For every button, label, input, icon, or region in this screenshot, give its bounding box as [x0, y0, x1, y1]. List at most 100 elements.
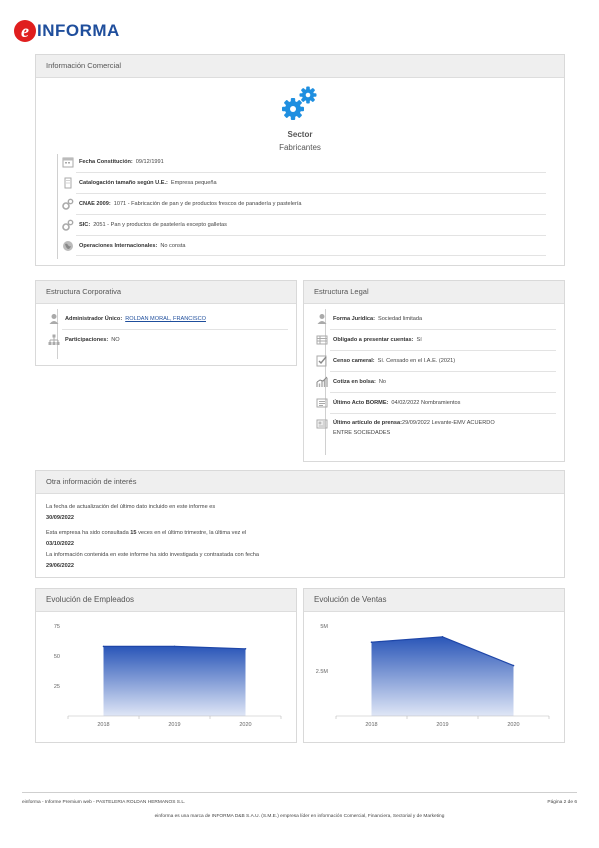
- checklist-icon: [316, 355, 327, 367]
- ventas-chart-panel: Evolución de Ventas 5M 2.5M 2018 2019 2020: [303, 588, 565, 743]
- x-tick-label: 2019: [436, 722, 448, 728]
- otra-informacion-panel: Otra información de interés La fecha de …: [35, 470, 565, 578]
- row-separator: [76, 193, 546, 194]
- data-point: [102, 645, 105, 648]
- y-tick-label: 50: [54, 654, 60, 660]
- fecha-constitucion-row: Fecha Constitución: 09/12/1991: [62, 156, 164, 168]
- row-value: 04/02/2022 Nombramientos: [391, 400, 461, 406]
- empleados-chart: 75 50 25 2018 2019 2020: [54, 624, 282, 728]
- cnae-row: CNAE 2009: 1071 - Fabricación de pan y de…: [62, 198, 302, 210]
- row-value: 2051 - Pan y productos de pastelería exc…: [93, 222, 227, 228]
- ventas-chart: 5M 2.5M 2018 2019 2020: [316, 624, 550, 728]
- obligado-row: Obligado a presentar cuentas: Sí: [316, 334, 422, 346]
- articulo-text: Último artículo de prensa:29/09/2022 Lev…: [333, 418, 495, 438]
- footer-page: Página 2 de 6: [547, 800, 577, 805]
- row-separator: [330, 350, 556, 351]
- data-point: [512, 664, 515, 667]
- stock-chart-icon: [316, 376, 328, 387]
- small-gears-icon: [62, 198, 74, 210]
- consulta-date: 03/10/2022: [46, 541, 74, 547]
- row-value: Sociedad limitada: [377, 316, 423, 322]
- row-label: Último Acto BORME:: [333, 400, 389, 406]
- logo-e-mark: e: [14, 20, 36, 42]
- row-separator: [76, 255, 546, 256]
- row-value: Sí. Censado en el I.A.E. (2021): [377, 358, 456, 364]
- contraste-text: La información contenida en este informe…: [46, 552, 260, 558]
- person-icon: [317, 314, 327, 324]
- gears-icon: [282, 86, 317, 120]
- ultimo-articulo-prensa-row: Último artículo de prensa:29/09/2022 Lev…: [316, 418, 495, 438]
- row-value: 09/12/1991: [135, 159, 164, 165]
- building-icon: [64, 177, 72, 189]
- panel-title: Otra información de interés: [36, 471, 564, 494]
- sector-value: Fabricantes: [279, 143, 321, 152]
- estructura-legal-panel: Estructura Legal Forma Jurídica: Sociedad…: [303, 280, 565, 462]
- series-area: [103, 646, 246, 716]
- operaciones-row: Operaciones Internacionales: No consta: [62, 240, 186, 252]
- org-chart-icon: [48, 334, 60, 345]
- x-tick-label: 2018: [365, 722, 377, 728]
- sector-label: Sector: [287, 130, 313, 139]
- data-point: [173, 645, 176, 648]
- info-comercial-panel: Información Comercial Sector Fabricantes…: [35, 54, 565, 266]
- x-tick-label: 2019: [168, 722, 180, 728]
- row-label: Forma Jurídica:: [333, 316, 375, 322]
- sic-row: SIC: 2051 - Pan y productos de pastelería…: [62, 219, 227, 231]
- panel-title: Información Comercial: [36, 55, 564, 78]
- panel-title: Estructura Legal: [304, 281, 564, 304]
- forma-juridica-row: Forma Jurídica: Sociedad limitada: [316, 313, 422, 325]
- ledger-icon: [316, 335, 328, 345]
- date-value: 03/10/2022: [46, 541, 74, 547]
- contraste-date: 29/06/2022: [46, 563, 74, 569]
- ultimo-acto-borme-row: Último Acto BORME: 04/02/2022 Nombramient…: [316, 397, 460, 409]
- row-separator: [76, 172, 546, 173]
- date-value: 30/09/2022: [46, 515, 74, 521]
- administrador-row: Administrador Único: ROLDAN MORAL, FRANCI…: [48, 313, 206, 325]
- row-separator: [76, 235, 546, 236]
- row-label: Operaciones Internacionales:: [79, 243, 158, 249]
- row-value: Sí: [416, 337, 422, 343]
- row-label: SIC:: [79, 222, 91, 228]
- series-area: [371, 636, 514, 716]
- consultas-prefix: Esta empresa ha sido consultada: [46, 530, 129, 536]
- actualizacion-text: La fecha de actualización del último dat…: [46, 504, 216, 510]
- row-value: No consta: [160, 243, 186, 249]
- row-label: Obligado a presentar cuentas:: [333, 337, 414, 343]
- row-value-continued: ENTRE SOCIEDADES: [333, 430, 391, 436]
- row-label: Administrador Único:: [65, 316, 123, 322]
- row-separator: [330, 329, 556, 330]
- row-separator: [330, 413, 556, 414]
- panel-title: Evolución de Empleados: [36, 589, 296, 612]
- footer-rule: [22, 792, 577, 793]
- censo-cameral-row: Censo cameral: Sí. Censado en el I.A.E. (…: [316, 355, 455, 367]
- x-tick-label: 2020: [507, 722, 519, 728]
- row-label: Participaciones:: [65, 337, 109, 343]
- row-label: CNAE 2009:: [79, 201, 111, 207]
- row-value: NO: [111, 337, 120, 343]
- document-icon: [316, 398, 328, 408]
- participaciones-row: Participaciones: NO: [48, 334, 120, 346]
- y-tick-label: 25: [54, 684, 60, 690]
- estructura-corporativa-panel: Estructura Corporativa Administrador Úni…: [35, 280, 297, 366]
- newspaper-icon: [316, 419, 328, 429]
- row-value: No: [378, 379, 387, 385]
- rows-left-rule: [57, 154, 58, 259]
- x-tick-label: 2018: [97, 722, 109, 728]
- administrador-link[interactable]: ROLDAN MORAL, FRANCISCO: [125, 316, 206, 322]
- row-separator: [62, 329, 288, 330]
- row-label: Censo cameral:: [333, 358, 375, 364]
- data-point: [370, 641, 373, 643]
- data-point: [441, 636, 444, 638]
- einforma-logo: e INFORMA: [14, 20, 120, 42]
- footer-left: einforma - Informe Premium web - PASTELE…: [22, 800, 186, 805]
- globe-icon: [63, 241, 73, 251]
- row-value: Empresa pequeña: [170, 180, 217, 186]
- row-value: 29/09/2022 Levante-EMV ACUERDO: [402, 420, 495, 426]
- panel-title: Evolución de Ventas: [304, 589, 564, 612]
- y-tick-label: 2.5M: [316, 669, 329, 675]
- empleados-chart-panel: Evolución de Empleados 75 50 25 2018 2019 202…: [35, 588, 297, 743]
- row-label: Último artículo de prensa:: [333, 420, 403, 426]
- row-label: Fecha Constitución:: [79, 159, 133, 165]
- calendar-icon: [62, 157, 74, 168]
- row-label: Catalogación tamaño según U.E.:: [79, 180, 168, 186]
